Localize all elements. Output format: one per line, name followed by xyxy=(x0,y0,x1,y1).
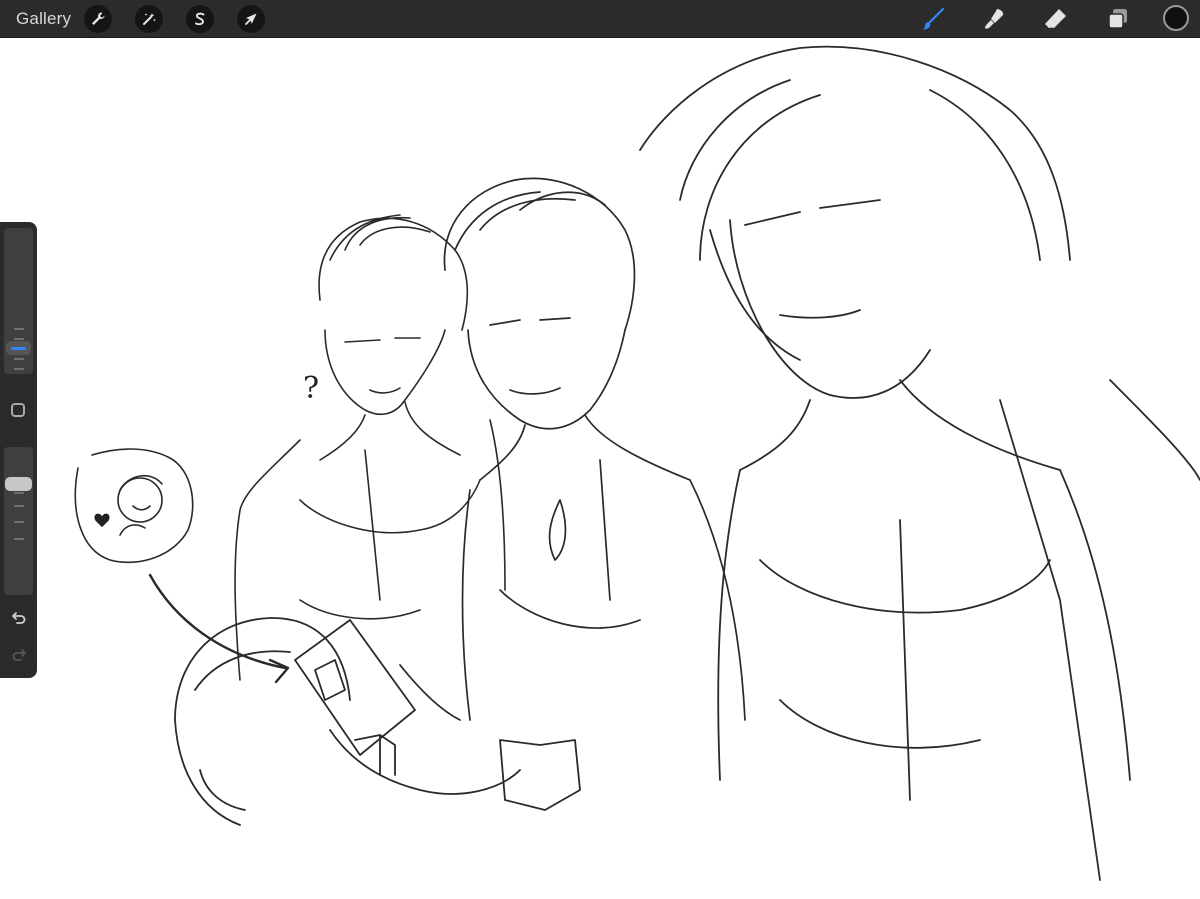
actions-button[interactable] xyxy=(84,5,112,33)
transform-button[interactable] xyxy=(237,5,265,33)
brush-button[interactable] xyxy=(918,4,948,34)
top-toolbar: Gallery xyxy=(0,0,1200,38)
sketch-artwork xyxy=(74,45,1200,881)
color-circle-icon[interactable] xyxy=(1163,5,1189,31)
smudge-icon xyxy=(985,9,1004,29)
arrow-cursor-icon xyxy=(245,13,257,25)
layers-button[interactable] xyxy=(1103,4,1133,34)
eraser-icon xyxy=(1045,9,1066,28)
brush-icon xyxy=(922,7,945,30)
question-mark-annotation: ? xyxy=(303,371,320,406)
eraser-button[interactable] xyxy=(1041,4,1071,34)
helmet-sketch xyxy=(174,617,351,826)
adjustments-button[interactable] xyxy=(135,5,163,33)
left-character-sketch xyxy=(234,214,506,681)
gallery-button[interactable]: Gallery xyxy=(16,9,71,29)
layers-icon xyxy=(1108,9,1127,29)
phone-hand-sketch xyxy=(294,619,581,811)
magic-wand-icon xyxy=(143,13,156,25)
smudge-button[interactable] xyxy=(980,4,1010,34)
selection-s-icon xyxy=(195,12,205,26)
wrench-icon xyxy=(92,12,105,25)
right-character-sketch xyxy=(639,45,1200,881)
drawing-canvas[interactable]: ? xyxy=(0,38,1200,899)
selection-button[interactable] xyxy=(186,5,214,33)
